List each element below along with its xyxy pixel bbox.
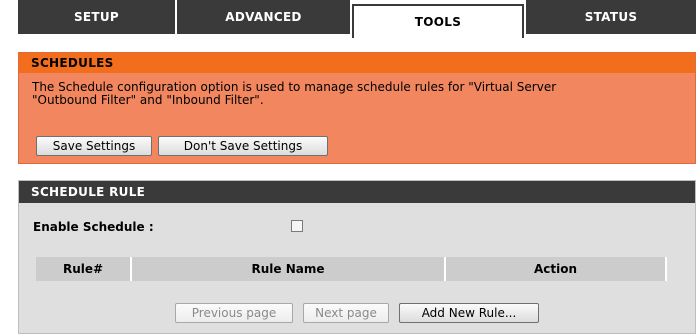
schedule-rule-panel: SCHEDULE RULE Enable Schedule : Rule# Ru…	[18, 180, 696, 334]
schedules-header: SCHEDULES	[19, 53, 695, 73]
dont-save-settings-button[interactable]: Don't Save Settings	[158, 136, 328, 156]
column-rule-name: Rule Name	[132, 257, 444, 281]
column-rule-number: Rule#	[36, 257, 130, 281]
tab-setup[interactable]: SETUP	[18, 0, 175, 34]
enable-schedule-checkbox[interactable]	[291, 220, 303, 232]
tab-tools[interactable]: TOOLS	[352, 4, 524, 38]
top-nav: SETUP ADVANCED TOOLS STATUS	[0, 0, 700, 38]
next-page-button[interactable]: Next page	[303, 303, 389, 323]
tab-status[interactable]: STATUS	[526, 0, 696, 34]
add-new-rule-button[interactable]: Add New Rule...	[399, 303, 539, 323]
save-settings-button[interactable]: Save Settings	[36, 136, 152, 156]
tab-advanced[interactable]: ADVANCED	[177, 0, 350, 34]
schedules-description-line2: "Outbound Filter" and "Inbound Filter".	[32, 93, 264, 107]
rules-table-header: Rule# Rule Name Action	[36, 257, 667, 281]
column-action: Action	[446, 257, 665, 281]
previous-page-button[interactable]: Previous page	[175, 303, 293, 323]
enable-schedule-label: Enable Schedule :	[33, 220, 154, 234]
schedules-panel: SCHEDULES The Schedule configuration opt…	[18, 52, 696, 164]
schedules-description: The Schedule configuration option is use…	[32, 81, 672, 107]
schedule-rule-header: SCHEDULE RULE	[19, 181, 695, 203]
